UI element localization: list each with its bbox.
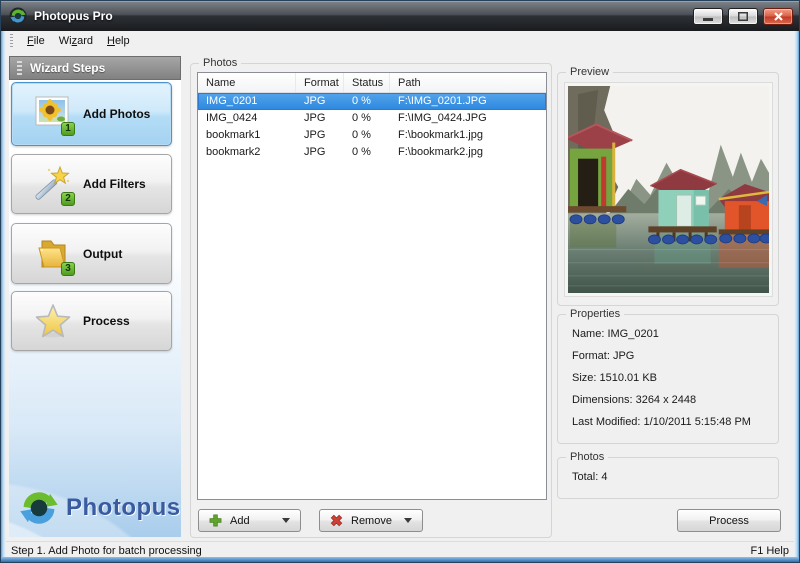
add-button[interactable]: Add bbox=[198, 509, 301, 532]
wizard-steps-panel: 1 Add Photos 2 Add Filters bbox=[9, 80, 181, 537]
preview-group-label: Preview bbox=[566, 66, 613, 79]
sidebar-button-label: Process bbox=[83, 314, 130, 328]
star-icon bbox=[34, 302, 72, 340]
magic-wand-icon: 2 bbox=[34, 165, 72, 203]
properties-group-label: Properties bbox=[566, 308, 624, 321]
status-bar: Step 1. Add Photo for batch processing F… bbox=[2, 541, 798, 559]
property-name: Name: IMG_0201 bbox=[572, 328, 772, 340]
sidebar-button-add-filters[interactable]: 2 Add Filters bbox=[11, 154, 172, 214]
preview-image bbox=[564, 82, 773, 297]
column-header-status[interactable]: Status bbox=[344, 73, 390, 92]
menu-gripper bbox=[10, 34, 13, 47]
menu-wizard[interactable]: Wizard bbox=[52, 33, 100, 49]
plus-icon bbox=[209, 514, 222, 527]
sidebar-button-add-photos[interactable]: 1 Add Photos bbox=[11, 82, 172, 146]
menu-file[interactable]: File bbox=[20, 33, 52, 49]
table-row[interactable]: bookmark1 JPG 0 % F:\bookmark1.jpg bbox=[198, 127, 546, 144]
photos-summary-group: Photos Total: 4 bbox=[557, 457, 779, 499]
sidebar-button-label: Add Photos bbox=[83, 107, 150, 121]
remove-button[interactable]: Remove bbox=[319, 509, 423, 532]
remove-button-label: Remove bbox=[351, 515, 392, 527]
sidebar-button-label: Add Filters bbox=[83, 177, 146, 191]
app-logo-icon bbox=[9, 7, 27, 25]
column-header-name[interactable]: Name bbox=[198, 73, 296, 92]
add-photos-icon: 1 bbox=[34, 95, 72, 133]
photos-summary-label: Photos bbox=[566, 451, 608, 464]
window-frame-right bbox=[794, 31, 799, 562]
maximize-button[interactable] bbox=[728, 8, 758, 25]
wizard-steps-title: Wizard Steps bbox=[30, 61, 105, 75]
close-button[interactable] bbox=[763, 8, 793, 25]
column-header-path[interactable]: Path bbox=[390, 73, 546, 92]
table-header[interactable]: Name Format Status Path bbox=[198, 73, 546, 93]
table-row[interactable]: IMG_0424 JPG 0 % F:\IMG_0424.JPG bbox=[198, 110, 546, 127]
step-badge: 3 bbox=[61, 262, 75, 276]
property-last-modified: Last Modified: 1/10/2011 5:15:48 PM bbox=[572, 416, 772, 428]
help-hint: F1 Help bbox=[750, 545, 789, 557]
app-window: Photopus Pro File Wizard Help Wizard Ste… bbox=[0, 0, 800, 563]
window-controls bbox=[693, 8, 793, 25]
minimize-button[interactable] bbox=[693, 8, 723, 25]
properties-group: Properties Name: IMG_0201 Format: JPG Si… bbox=[557, 314, 779, 444]
property-size: Size: 1510.01 KB bbox=[572, 372, 772, 384]
property-format: Format: JPG bbox=[572, 350, 772, 362]
table-row[interactable]: bookmark2 JPG 0 % F:\bookmark2.jpg bbox=[198, 144, 546, 161]
dropdown-caret-icon bbox=[404, 518, 412, 523]
sidebar-button-output[interactable]: 3 Output bbox=[11, 223, 172, 284]
remove-x-icon bbox=[330, 514, 343, 527]
photos-table[interactable]: Name Format Status Path IMG_0201 JPG 0 %… bbox=[197, 72, 547, 500]
sidebar-button-process[interactable]: Process bbox=[11, 291, 172, 351]
table-row[interactable]: IMG_0201 JPG 0 % F:\IMG_0201.JPG bbox=[198, 93, 546, 110]
photos-group: Photos Name Format Status Path IMG_0201 … bbox=[190, 63, 552, 538]
menu-help[interactable]: Help bbox=[100, 33, 137, 49]
photopus-logo: Photopus bbox=[17, 486, 181, 530]
step-badge: 2 bbox=[61, 192, 75, 206]
title-bar[interactable]: Photopus Pro bbox=[1, 1, 799, 31]
header-gripper-icon bbox=[17, 61, 22, 75]
process-button-label: Process bbox=[709, 515, 749, 527]
preview-group: Preview bbox=[557, 72, 779, 306]
properties-list: Name: IMG_0201 Format: JPG Size: 1510.01… bbox=[558, 315, 778, 428]
column-header-format[interactable]: Format bbox=[296, 73, 344, 92]
photopus-swirl-icon bbox=[17, 486, 61, 530]
wizard-steps-header: Wizard Steps bbox=[9, 56, 181, 80]
menu-bar: File Wizard Help bbox=[6, 31, 794, 50]
dropdown-caret-icon bbox=[282, 518, 290, 523]
process-button[interactable]: Process bbox=[677, 509, 781, 532]
window-frame-left bbox=[1, 31, 6, 562]
logo-wordmark: Photopus bbox=[66, 494, 181, 522]
step-badge: 1 bbox=[61, 122, 75, 136]
folder-icon: 3 bbox=[34, 235, 72, 273]
window-title: Photopus Pro bbox=[34, 9, 113, 23]
property-dimensions: Dimensions: 3264 x 2448 bbox=[572, 394, 772, 406]
status-message: Step 1. Add Photo for batch processing bbox=[11, 545, 202, 557]
sidebar-button-label: Output bbox=[83, 247, 122, 261]
add-button-label: Add bbox=[230, 515, 250, 527]
photos-group-label: Photos bbox=[199, 57, 241, 70]
